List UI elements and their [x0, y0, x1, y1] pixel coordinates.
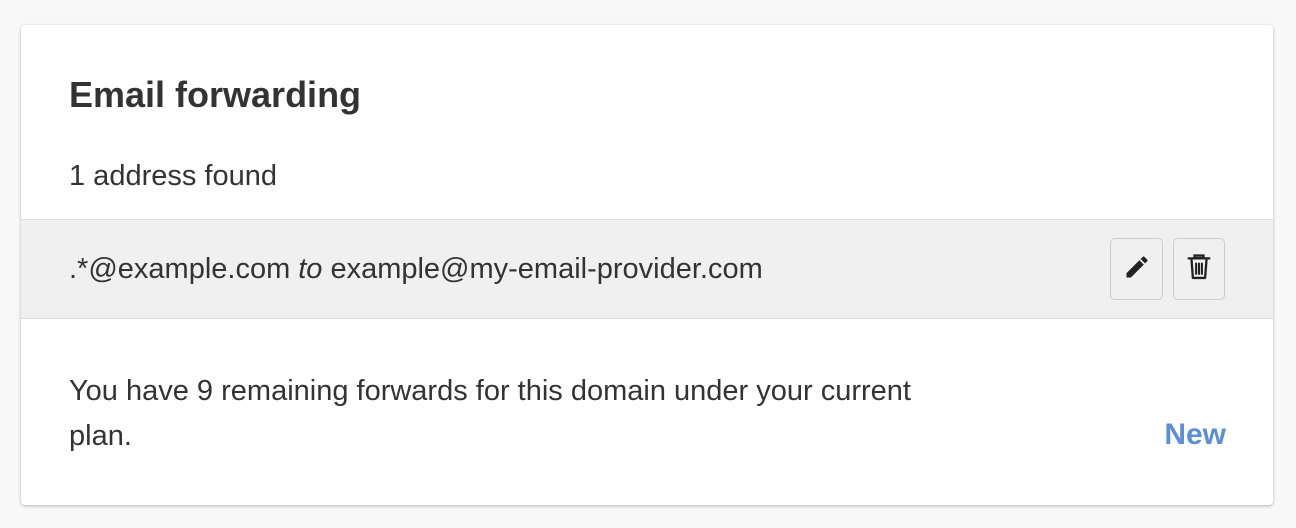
forward-source: .*@example.com — [69, 253, 291, 285]
forward-connector: to — [298, 253, 323, 285]
pencil-icon — [1123, 253, 1151, 286]
delete-forward-button[interactable] — [1173, 238, 1225, 300]
new-forward-link[interactable]: New — [1164, 415, 1226, 455]
forward-destination: example@my-email-provider.com — [330, 253, 763, 285]
email-forwarding-card: Email forwarding 1 address found .*@exam… — [21, 25, 1273, 505]
edit-forward-button[interactable] — [1110, 238, 1163, 300]
forward-row: .*@example.com to example@my-email-provide… — [21, 219, 1273, 319]
remaining-forwards-message: You have 9 remaining forwards for this d… — [69, 375, 911, 452]
trash-icon — [1185, 252, 1213, 287]
forward-rule: .*@example.com to example@my-email-provide… — [69, 251, 763, 287]
address-count: 1 address found — [69, 160, 277, 192]
card-title: Email forwarding — [69, 74, 362, 115]
